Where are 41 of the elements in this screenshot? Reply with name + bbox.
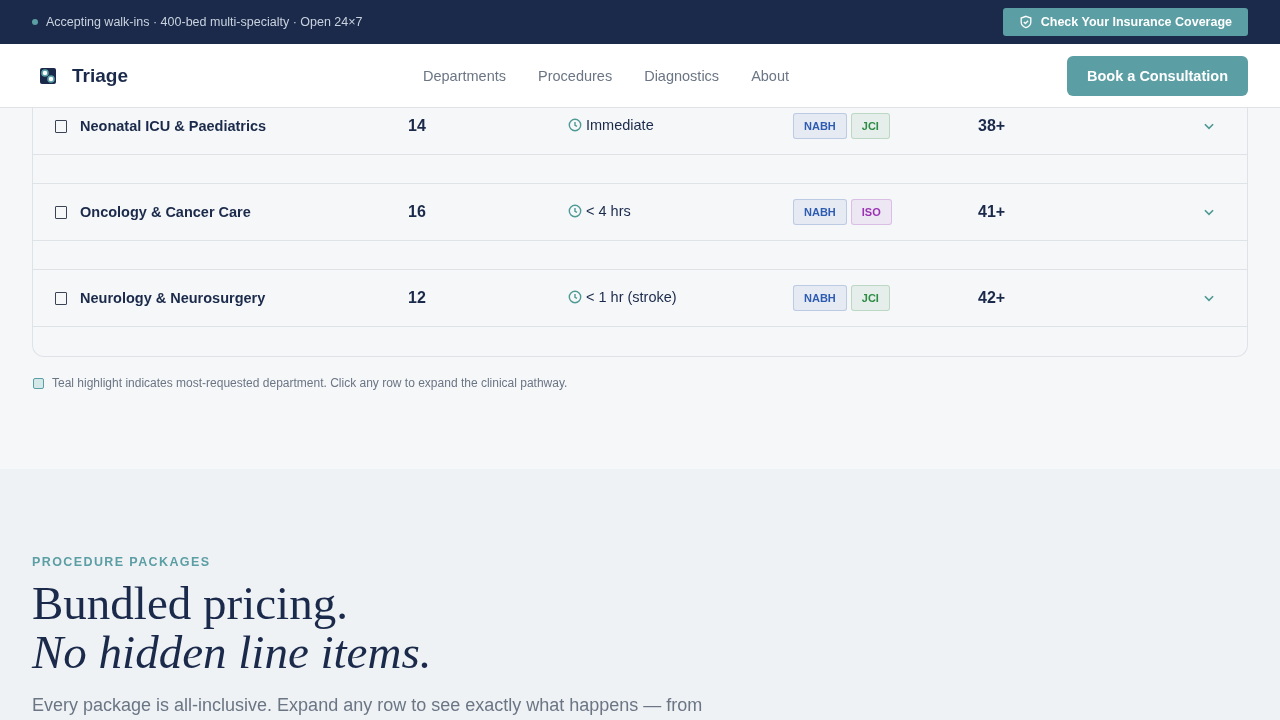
row-checkbox[interactable] bbox=[55, 291, 67, 305]
department-name: Oncology & Cancer Care bbox=[80, 204, 252, 220]
table-cell-text: 41+ bbox=[978, 203, 1007, 221]
accreditation-tag: NABH bbox=[793, 113, 847, 139]
accreditation-tag: NABH bbox=[793, 285, 847, 311]
nav-link[interactable]: Procedures bbox=[538, 67, 613, 84]
accreditation-tag: JCI bbox=[850, 285, 890, 311]
table-cell-text: 12 bbox=[408, 289, 427, 307]
table-cell-text: 42+ bbox=[978, 289, 1007, 307]
legend-text: Teal highlight indicates most-requested department. Click any row to expand the clinical pathway. bbox=[52, 376, 568, 390]
section-eyebrow: PROCEDURE PACKAGES bbox=[32, 555, 212, 569]
clock-icon bbox=[568, 117, 582, 132]
status-dot bbox=[32, 19, 38, 25]
brand-name: Triage bbox=[72, 64, 128, 87]
row-checkbox[interactable] bbox=[55, 119, 67, 133]
department-name: Neurology & Neurosurgery bbox=[80, 290, 267, 306]
accreditation-tag: JCI bbox=[850, 113, 890, 139]
section-subtitle: No hidden line items. bbox=[32, 628, 432, 677]
legend-swatch bbox=[33, 377, 44, 389]
table-cell-text: 38+ bbox=[978, 117, 1007, 135]
department-name: Neonatal ICU & Paediatrics bbox=[80, 118, 268, 134]
wait-time: Immediate bbox=[586, 116, 654, 133]
section-intro: Every package is all-inclusive. Expand any row to see exactly what happens — from bbox=[32, 695, 704, 716]
logo-icon bbox=[38, 65, 58, 86]
wait-time: < 1 hr (stroke) bbox=[586, 288, 677, 305]
clock-icon bbox=[568, 203, 582, 218]
accreditation-tag: NABH bbox=[793, 199, 847, 225]
consultation-button[interactable]: Book a Consultation bbox=[1067, 55, 1248, 96]
wait-time: < 4 hrs bbox=[586, 202, 631, 219]
nav-link[interactable]: About bbox=[751, 67, 790, 84]
row-checkbox[interactable] bbox=[55, 205, 67, 219]
shield-icon bbox=[1018, 15, 1033, 29]
section-title: Bundled pricing. bbox=[32, 579, 348, 628]
accreditation-tag: ISO bbox=[850, 199, 892, 225]
nav-link[interactable]: Departments bbox=[423, 67, 506, 84]
insurance-button[interactable]: Check Your Insurance Coverage bbox=[1002, 8, 1248, 36]
status-text: Accepting walk-ins · 400-bed multi-specialty · Open 24×7 bbox=[46, 15, 363, 29]
nav-link[interactable]: Diagnostics bbox=[644, 67, 720, 84]
table-cell-text: 16 bbox=[408, 203, 427, 221]
table-cell-text: 14 bbox=[408, 117, 427, 135]
clock-icon bbox=[568, 289, 582, 304]
